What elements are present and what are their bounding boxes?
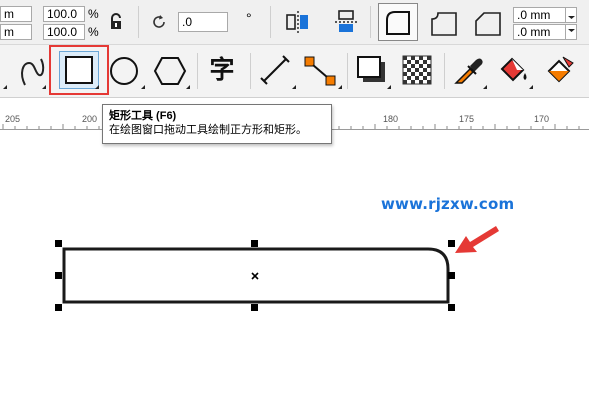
selection-handle-left[interactable] xyxy=(55,272,62,279)
fill-tool-button[interactable] xyxy=(496,53,532,87)
ellipse-tool-button[interactable] xyxy=(108,55,140,87)
flyout-indicator xyxy=(292,85,296,89)
transparency-tool-button[interactable] xyxy=(402,55,432,85)
ruler-label: 200 xyxy=(82,114,98,124)
chamfered-corner-button[interactable] xyxy=(470,5,506,39)
rotate-icon xyxy=(149,12,169,32)
object-width-field[interactable]: m xyxy=(0,6,32,22)
round-corner-button[interactable] xyxy=(378,3,418,41)
flyout-indicator xyxy=(141,85,145,89)
property-bar: m m 100.0 % 100.0 % .0 ° .0 mm .0 mm xyxy=(0,0,589,45)
separator xyxy=(138,6,139,38)
selection-handle-bottom-left[interactable] xyxy=(55,304,62,311)
scale-y-field[interactable]: 100.0 xyxy=(43,24,85,40)
corner-radius-top-spinner[interactable] xyxy=(565,7,577,23)
flyout-indicator xyxy=(483,85,487,89)
flyout-indicator xyxy=(387,85,391,89)
drawing-canvas[interactable] xyxy=(0,130,589,403)
toolbox: 字 xyxy=(0,45,589,98)
selection-handle-bottom-right[interactable] xyxy=(448,304,455,311)
mirror-horizontal-icon[interactable] xyxy=(285,9,311,35)
polygon-tool-button[interactable] xyxy=(153,55,187,87)
ruler-label: 170 xyxy=(534,114,550,124)
flyout-indicator xyxy=(529,85,533,89)
dimension-tool-button[interactable] xyxy=(259,54,291,86)
selection-handle-top-left[interactable] xyxy=(55,240,62,247)
scalloped-corner-button[interactable] xyxy=(426,5,462,39)
flyout-indicator xyxy=(95,85,99,89)
eyedropper-tool-button[interactable] xyxy=(452,53,486,87)
flyout-indicator xyxy=(42,85,46,89)
flyout-indicator xyxy=(3,85,7,89)
ruler-label: 205 xyxy=(5,114,21,124)
mirror-vertical-icon[interactable] xyxy=(333,9,359,35)
watermark-text: www.rjzxw.com xyxy=(381,195,515,213)
corner-radius-bottom-spinner[interactable] xyxy=(565,24,577,40)
separator xyxy=(444,53,445,89)
text-tool-button[interactable]: 字 xyxy=(205,53,239,87)
flyout-indicator xyxy=(186,85,190,89)
selection-handle-bottom[interactable] xyxy=(251,304,258,311)
flyout-indicator xyxy=(338,85,342,89)
ruler-label: 180 xyxy=(383,114,399,124)
selection-handle-right[interactable] xyxy=(448,272,455,279)
scale-x-unit: % xyxy=(88,7,99,21)
lock-ratio-icon[interactable] xyxy=(108,13,124,31)
separator xyxy=(250,53,251,89)
scale-y-unit: % xyxy=(88,25,99,39)
freehand-tool-button[interactable] xyxy=(17,53,47,89)
selection-handle-top-right[interactable] xyxy=(448,240,455,247)
rectangle-tool-button[interactable] xyxy=(59,51,99,89)
rotation-angle-field[interactable]: .0 xyxy=(178,12,228,32)
smart-fill-tool-button[interactable] xyxy=(543,53,579,87)
tooltip-title: 矩形工具 (F6) xyxy=(109,110,177,122)
ruler-label: 175 xyxy=(459,114,475,124)
object-height-field[interactable]: m xyxy=(0,24,32,40)
separator xyxy=(270,6,271,38)
degree-unit: ° xyxy=(246,10,252,26)
scale-x-field[interactable]: 100.0 xyxy=(43,6,85,22)
connector-tool-button[interactable] xyxy=(302,54,338,88)
selection-handle-top[interactable] xyxy=(251,240,258,247)
separator xyxy=(197,53,198,89)
drop-shadow-tool-button[interactable] xyxy=(355,54,389,86)
separator xyxy=(347,53,348,89)
separator xyxy=(370,6,371,38)
